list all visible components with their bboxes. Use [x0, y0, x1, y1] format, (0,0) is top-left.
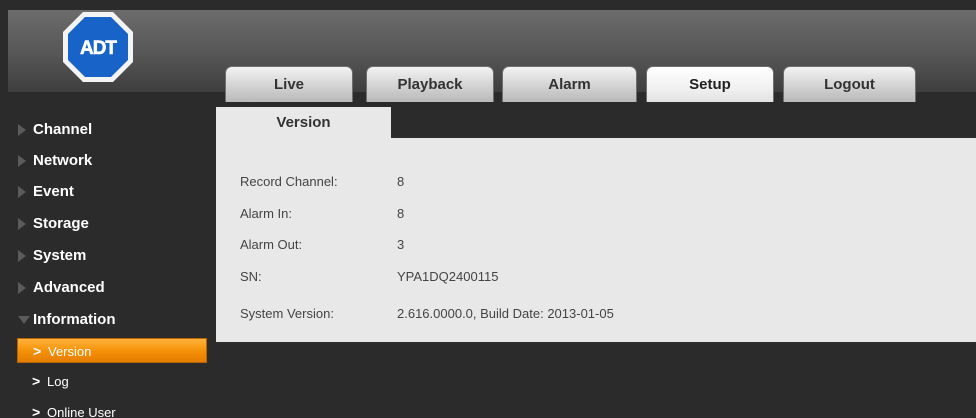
system-version-label: System Version:: [240, 306, 334, 321]
record-channel-label: Record Channel:: [240, 174, 338, 189]
tab-alarm[interactable]: Alarm: [502, 66, 637, 102]
sidebar-item-label: Network: [33, 152, 93, 169]
sidebar-item-label: Information: [33, 311, 116, 328]
chevron-right-icon: >: [32, 373, 41, 389]
subitem-log[interactable]: > Log: [17, 369, 207, 394]
subitem-online-user[interactable]: > Online User: [17, 400, 207, 418]
tab-setup[interactable]: Setup: [646, 66, 774, 102]
tab-playback[interactable]: Playback: [366, 66, 494, 102]
subitem-label: Online User: [47, 405, 116, 418]
expand-arrow-icon: [18, 218, 26, 230]
chevron-right-icon: >: [33, 343, 42, 359]
subitem-version[interactable]: > Version: [17, 338, 207, 363]
adt-logo: ADT: [63, 12, 133, 82]
tab-logout[interactable]: Logout: [783, 66, 916, 102]
tab-live[interactable]: Live: [225, 66, 353, 102]
sidebar-item-label: Advanced: [33, 279, 105, 296]
record-channel-value: 8: [397, 174, 405, 189]
system-version-value: 2.616.0000.0, Build Date: 2013-01-05: [397, 306, 614, 321]
logo-text: ADT: [80, 38, 117, 59]
expand-arrow-icon: [18, 282, 26, 294]
expand-arrow-icon: [18, 250, 26, 262]
subitem-label: Version: [48, 344, 92, 359]
version-info-panel: Record Channel: 8 Alarm In: 8 Alarm Out:…: [216, 138, 976, 342]
expand-arrow-icon: [18, 124, 26, 136]
content-tab-version[interactable]: Version: [216, 107, 391, 138]
chevron-right-icon: >: [32, 404, 41, 418]
sidebar-item-label: Storage: [33, 215, 89, 232]
subitem-label: Log: [47, 374, 69, 389]
expand-arrow-icon: [18, 155, 26, 167]
sn-label: SN:: [240, 269, 262, 284]
collapse-arrow-icon: [18, 316, 30, 324]
alarm-out-label: Alarm Out:: [240, 237, 303, 252]
sidebar-item-label: Event: [33, 183, 74, 200]
sidebar-item-label: Channel: [33, 121, 93, 138]
sn-value: YPA1DQ2400115: [397, 269, 499, 284]
header: ADT Live Playback Alarm Setup Logout: [8, 10, 976, 102]
sidebar-item-label: System: [33, 247, 87, 264]
alarm-in-label: Alarm In:: [240, 206, 293, 221]
alarm-out-value: 3: [397, 237, 405, 252]
app-window: ADT Live Playback Alarm Setup Logout Cha…: [0, 0, 976, 418]
alarm-in-value: 8: [397, 206, 405, 221]
expand-arrow-icon: [18, 186, 26, 198]
